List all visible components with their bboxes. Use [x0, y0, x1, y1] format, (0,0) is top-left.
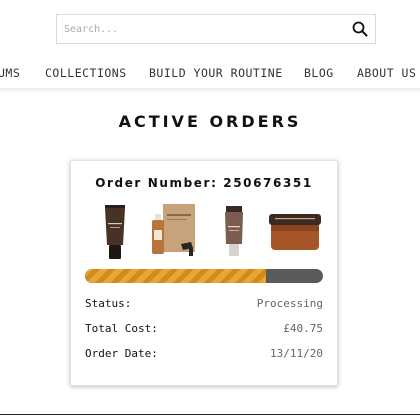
nav-item-serums[interactable]: UMS: [0, 66, 20, 80]
status-row: Status: Processing: [85, 297, 323, 313]
nav-item-blog[interactable]: BLOG: [304, 66, 334, 80]
order-date-row: Order Date: 13/11/20: [85, 347, 323, 363]
search-bar: [56, 14, 376, 44]
jar-product-image[interactable]: [267, 214, 323, 252]
status-label: Status:: [85, 297, 132, 310]
order-date-label: Order Date:: [85, 347, 158, 360]
main-nav: UMS COLLECTIONS BUILD YOUR ROUTINE BLOG …: [0, 58, 420, 89]
product-images: [71, 201, 337, 263]
status-value: Processing: [256, 297, 323, 310]
total-cost-label: Total Cost:: [85, 322, 158, 335]
footer-divider: [0, 414, 420, 415]
nav-shadow: [0, 88, 420, 94]
nav-item-build-your-routine[interactable]: BUILD YOUR ROUTINE: [149, 66, 283, 80]
search-input[interactable]: [57, 15, 337, 43]
nav-item-about-us[interactable]: ABOUT US: [357, 66, 416, 80]
order-progress-fill: [85, 269, 266, 283]
order-card: Order Number: 250676351 Status: Processi…: [70, 160, 338, 386]
page-title: ACTIVE ORDERS: [118, 112, 302, 131]
search-icon[interactable]: [351, 20, 369, 38]
order-date-value: 13/11/20: [270, 347, 323, 360]
order-progress-bar: [85, 269, 323, 283]
serum-kit-product-image[interactable]: [149, 204, 201, 260]
order-number: Order Number: 250676351: [95, 176, 313, 190]
small-tube-product-image[interactable]: [221, 206, 247, 258]
total-cost-row: Total Cost: £40.75: [85, 322, 323, 338]
nav-item-collections[interactable]: COLLECTIONS: [45, 66, 127, 80]
tube-product-image[interactable]: [101, 205, 129, 259]
total-cost-value: £40.75: [283, 322, 323, 335]
